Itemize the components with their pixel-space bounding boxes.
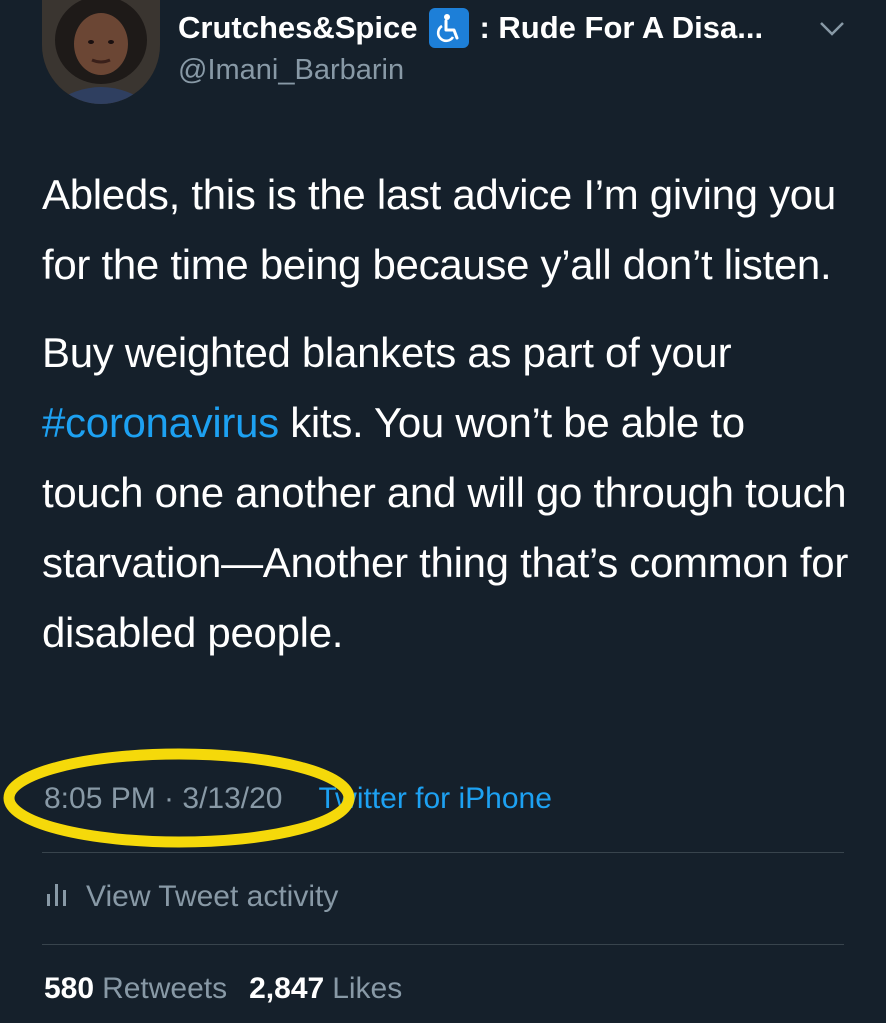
tweet-stats: 580 Retweets 2,847 Likes: [44, 972, 402, 1006]
retweets-label[interactable]: Retweets: [102, 972, 227, 1006]
tweet-detail: Crutches&Spice : Rude For A Disa... @Ima…: [0, 0, 886, 1023]
tweet-paragraph-2: Buy weighted blankets as part of your #c…: [42, 318, 852, 668]
author-handle[interactable]: @Imani_Barbarin: [178, 54, 404, 87]
divider: [42, 944, 844, 945]
tweet-text: Ableds, this is the last advice I’m givi…: [42, 160, 852, 668]
tweet-text-segment: Buy weighted blankets as part of your: [42, 329, 732, 376]
likes-count[interactable]: 2,847: [249, 972, 324, 1006]
retweets-count[interactable]: 580: [44, 972, 94, 1006]
avatar[interactable]: [42, 0, 160, 104]
tweet-timestamp[interactable]: 8:05 PM · 3/13/20: [44, 782, 282, 816]
likes-label[interactable]: Likes: [332, 972, 402, 1006]
tweet-source-link[interactable]: Twitter for iPhone: [318, 782, 551, 816]
divider: [42, 852, 844, 853]
tweet-paragraph-1: Ableds, this is the last advice I’m givi…: [42, 171, 836, 288]
tweet-meta: 8:05 PM · 3/13/20 Twitter for iPhone: [44, 782, 552, 816]
wheelchair-icon: [429, 8, 470, 48]
hashtag-link[interactable]: #coronavirus: [42, 399, 279, 446]
display-name-suffix[interactable]: : Rude For A Disa...: [479, 10, 763, 46]
author-name-row[interactable]: Crutches&Spice : Rude For A Disa...: [178, 8, 763, 48]
view-tweet-activity[interactable]: View Tweet activity: [46, 880, 338, 914]
chevron-down-icon[interactable]: [818, 20, 846, 43]
view-tweet-activity-label: View Tweet activity: [86, 880, 339, 913]
display-name[interactable]: Crutches&Spice: [178, 10, 417, 46]
bar-chart-icon: [46, 880, 68, 914]
